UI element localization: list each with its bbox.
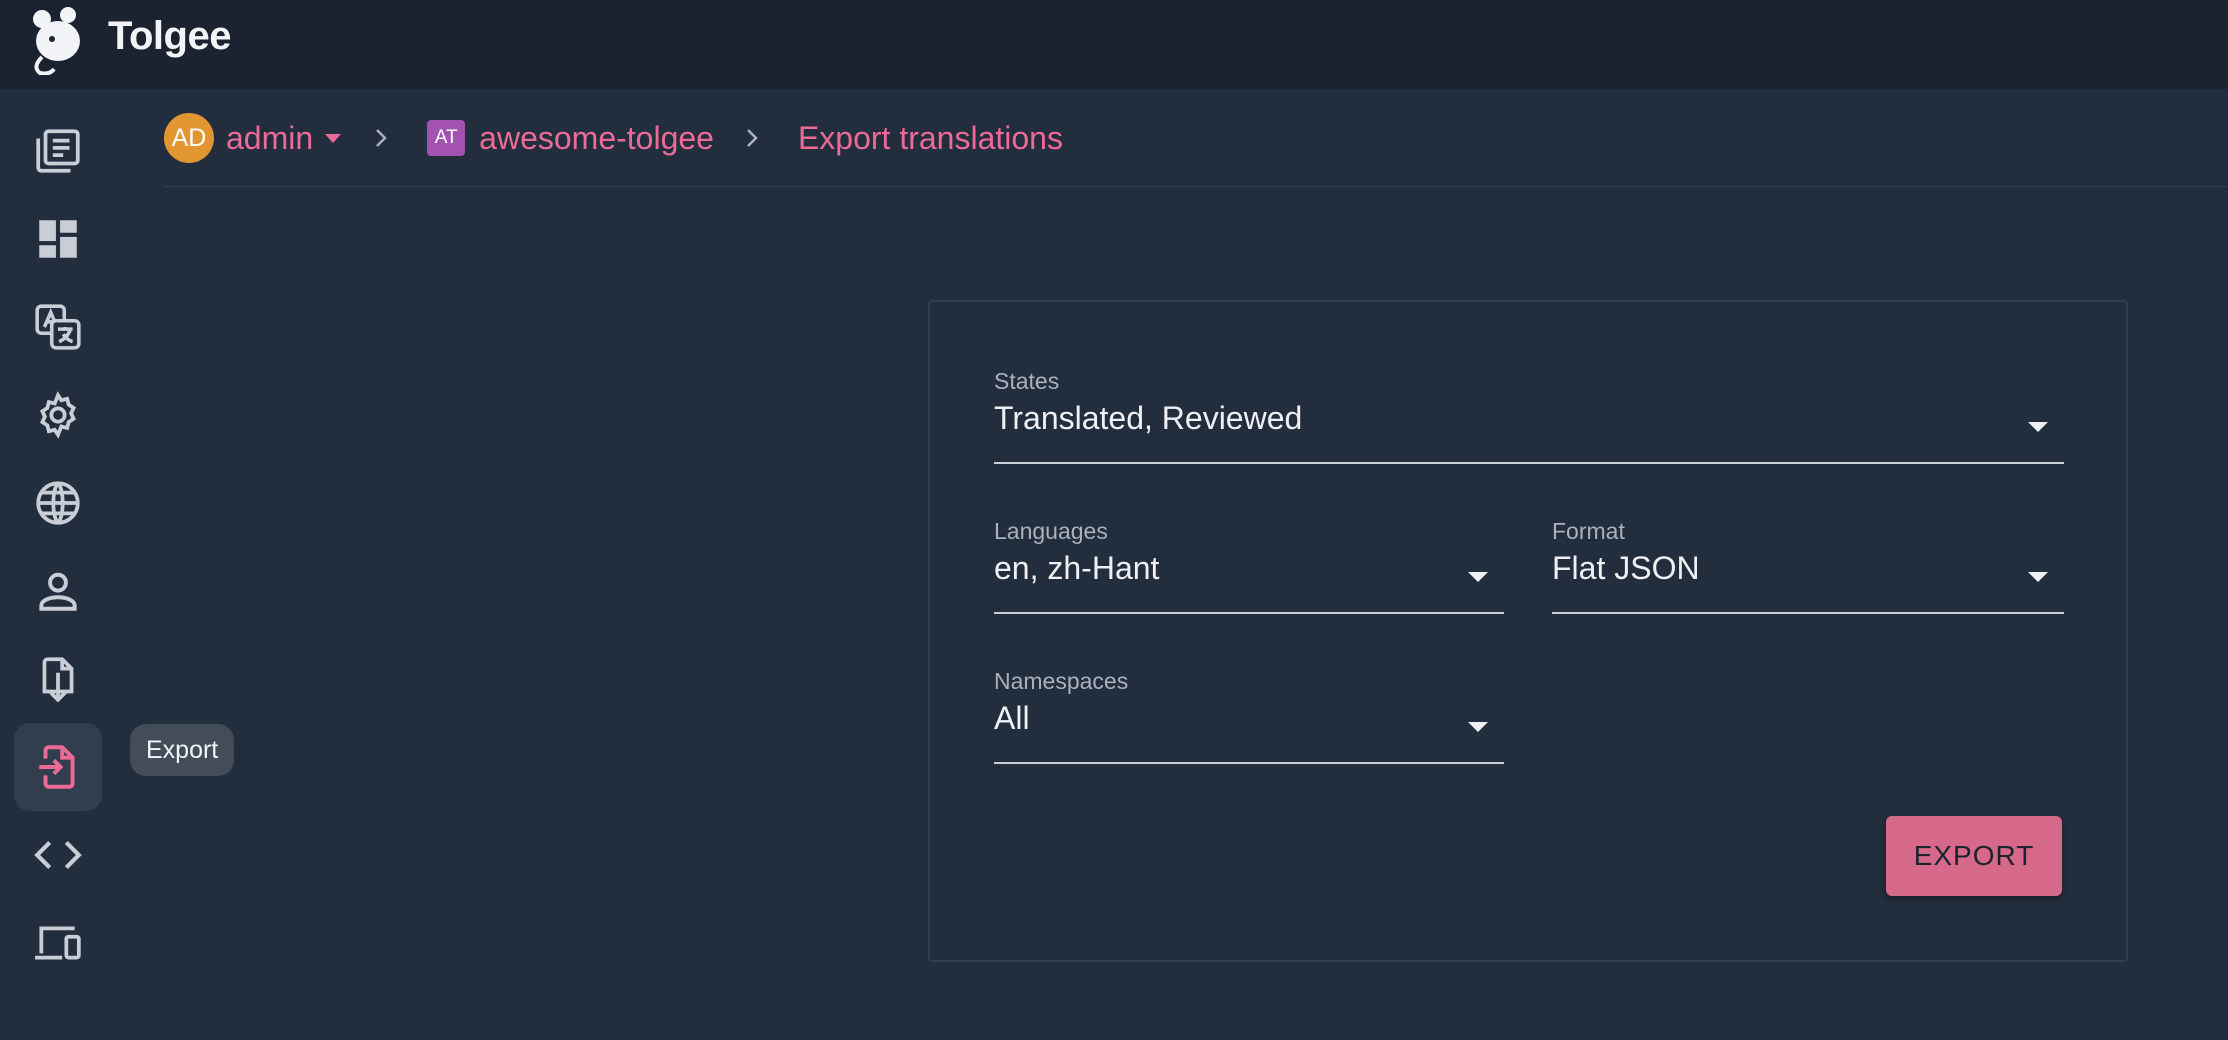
format-value[interactable]: Flat JSON [1552, 550, 1700, 587]
dropdown-arrow-icon[interactable] [1466, 720, 1490, 734]
breadcrumb-current-page[interactable]: Export translations [798, 120, 1063, 157]
languages-underline [994, 612, 1504, 614]
import-file-icon [42, 657, 74, 703]
export-button[interactable]: EXPORT [1886, 816, 2062, 896]
format-select[interactable]: Format Flat JSON [1552, 518, 2064, 614]
chevron-right-icon [376, 129, 387, 147]
top-bar: Tolgee [0, 0, 2228, 89]
dashboard-icon [39, 220, 77, 258]
breadcrumb: AD admin AT awesome-tolgee Export transl… [164, 112, 1063, 164]
breadcrumb-user[interactable]: admin [226, 120, 343, 157]
sidebar-item-dashboard[interactable] [14, 195, 102, 283]
sidebar-item-integrate[interactable] [14, 899, 102, 987]
format-underline [1552, 612, 2064, 614]
person-icon [39, 572, 77, 611]
namespaces-label: Namespaces [994, 668, 1129, 694]
code-icon [34, 841, 82, 869]
namespaces-select[interactable]: Namespaces All [994, 668, 1504, 764]
export-tooltip: Export [130, 724, 235, 776]
sidebar-item-languages[interactable] [14, 459, 102, 547]
breadcrumb-project[interactable]: awesome-tolgee [479, 120, 714, 157]
format-label: Format [1552, 518, 1625, 544]
states-underline [994, 462, 2064, 464]
sidebar-item-translations[interactable] [14, 283, 102, 371]
chevron-right-icon [747, 129, 758, 147]
sidebar-item-export[interactable] [14, 723, 102, 811]
breadcrumb-user-label[interactable]: admin [226, 120, 313, 157]
sidebar-item-projects[interactable] [14, 107, 102, 195]
tolgee-logo-icon[interactable] [28, 3, 86, 75]
namespaces-underline [994, 762, 1504, 764]
user-avatar[interactable]: AD [164, 113, 214, 163]
sidebar [0, 89, 116, 1040]
export-file-icon [39, 745, 75, 789]
languages-label: Languages [994, 518, 1108, 544]
languages-value[interactable]: en, zh-Hant [994, 550, 1159, 587]
states-label: States [994, 368, 1060, 394]
sidebar-item-members[interactable] [14, 547, 102, 635]
caret-down-icon[interactable] [323, 132, 343, 144]
sidebar-item-developer[interactable] [14, 811, 102, 899]
dropdown-arrow-icon[interactable] [2026, 570, 2050, 584]
devices-icon [35, 926, 81, 960]
projects-list-icon [36, 129, 80, 173]
dropdown-arrow-icon[interactable] [2026, 420, 2050, 434]
states-select[interactable]: States Translated, Reviewed [994, 368, 2064, 464]
breadcrumb-divider [164, 186, 2228, 187]
translate-icon [35, 304, 81, 350]
app-name[interactable]: Tolgee [108, 14, 231, 59]
project-avatar[interactable]: AT [427, 120, 466, 156]
sidebar-item-settings[interactable] [14, 371, 102, 459]
sidebar-item-import[interactable] [14, 635, 102, 723]
dropdown-arrow-icon[interactable] [1466, 570, 1490, 584]
namespaces-value[interactable]: All [994, 700, 1030, 737]
states-value[interactable]: Translated, Reviewed [994, 400, 1302, 437]
gear-icon [40, 391, 76, 439]
languages-select[interactable]: Languages en, zh-Hant [994, 518, 1504, 614]
globe-icon [36, 481, 80, 525]
